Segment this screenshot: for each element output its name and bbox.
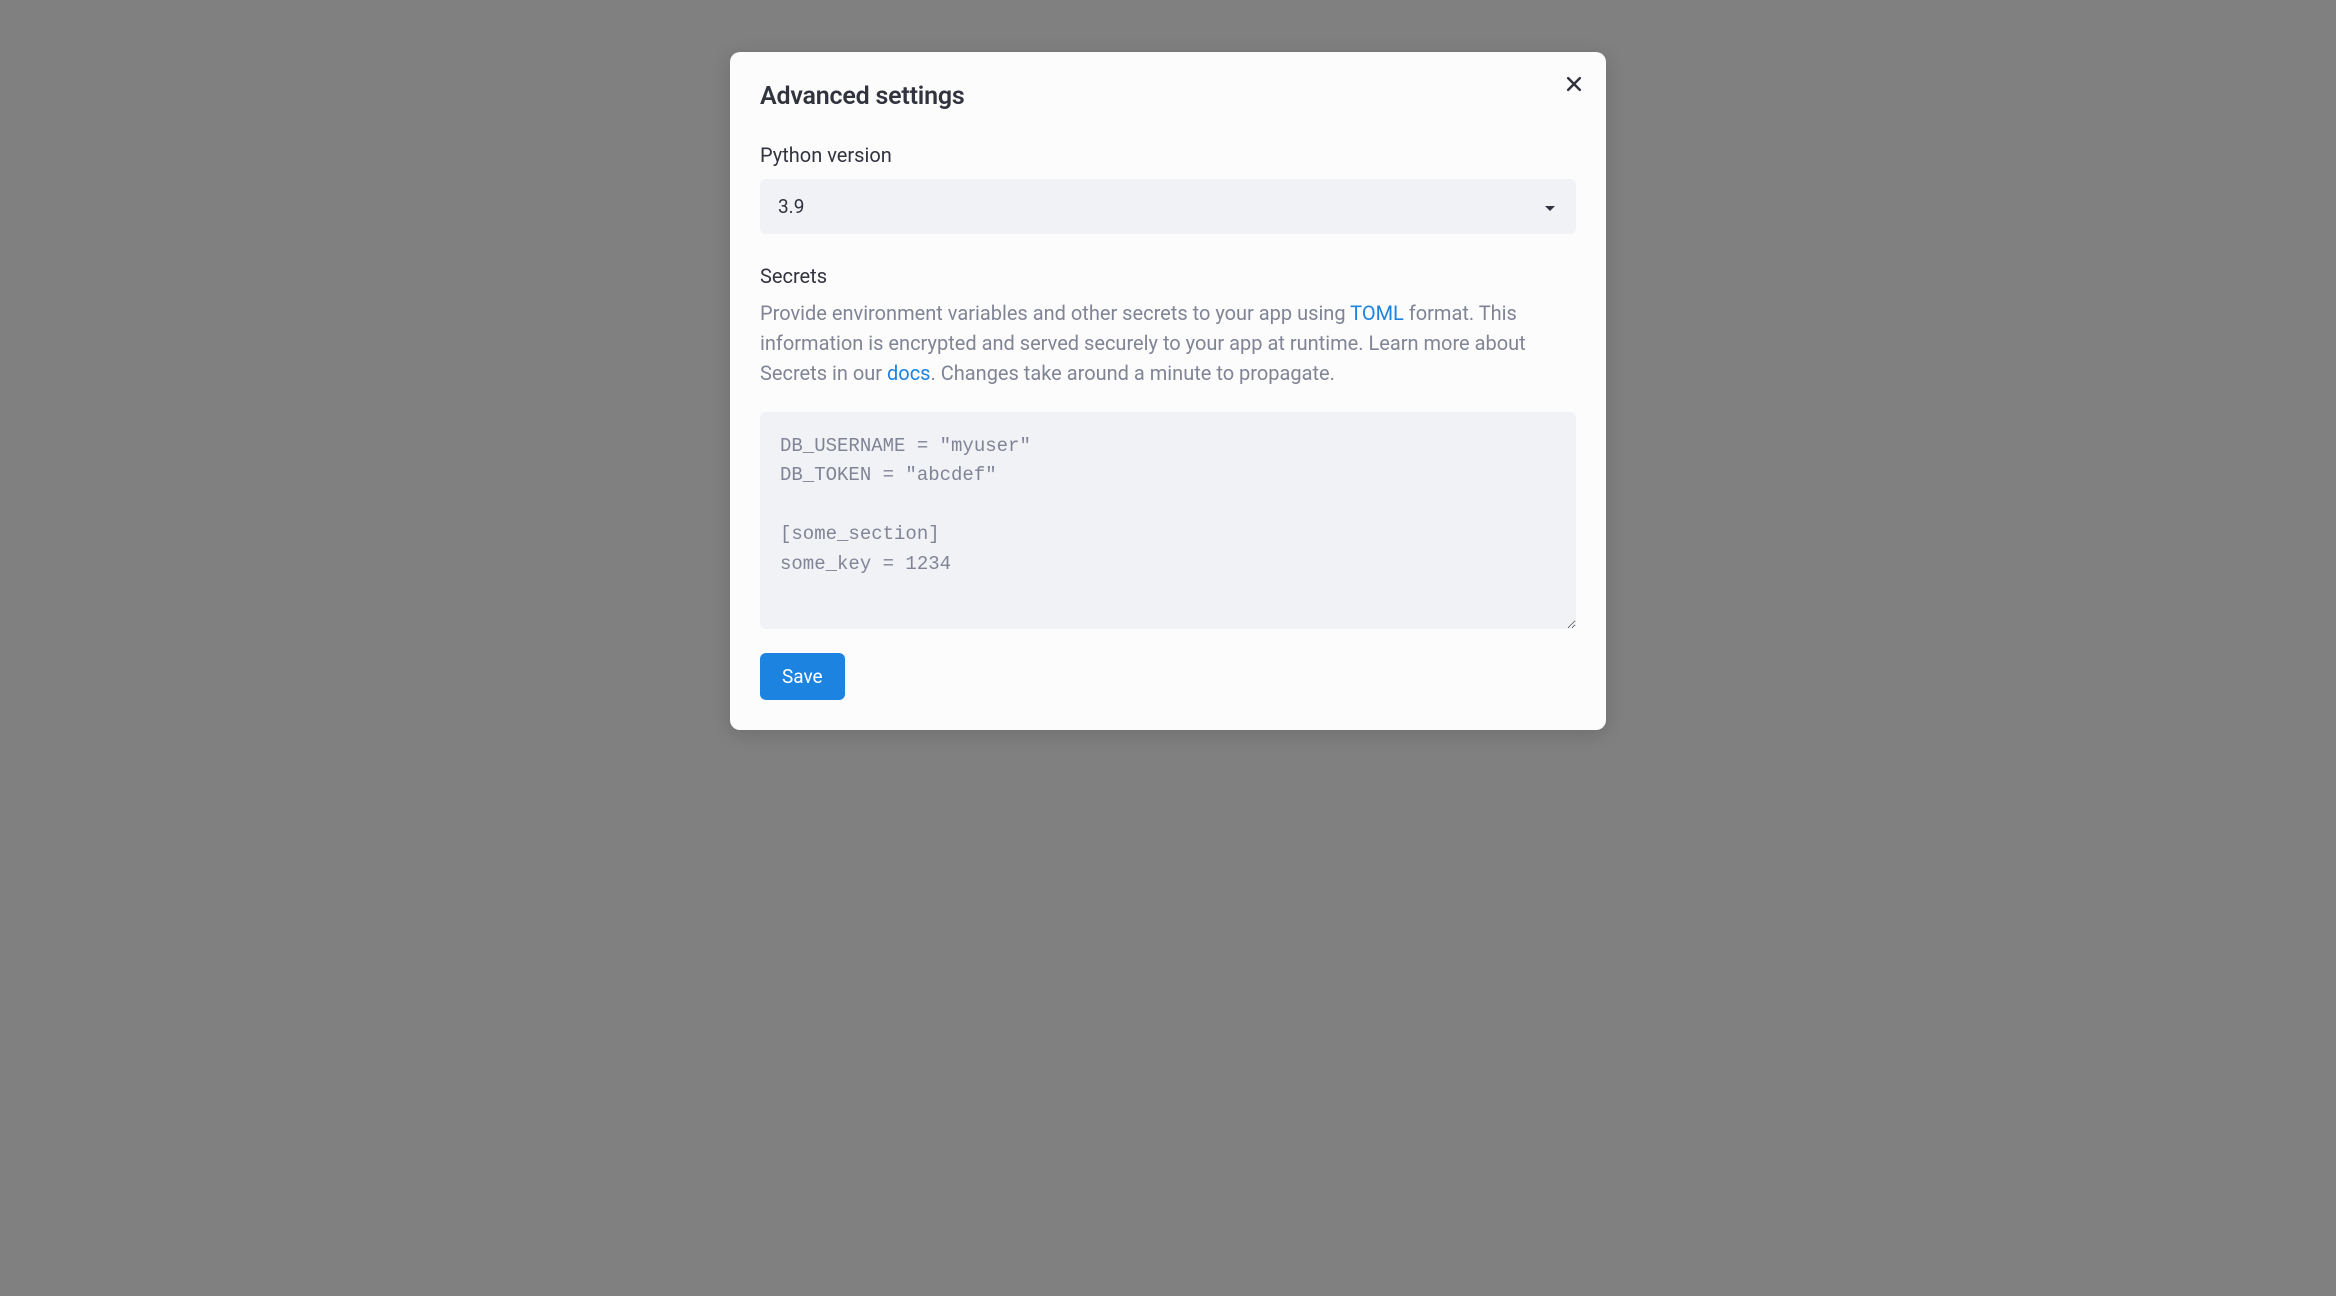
secrets-description: Provide environment variables and other … bbox=[760, 298, 1576, 388]
secrets-description-text-3: . Changes take around a minute to propag… bbox=[931, 361, 1335, 385]
docs-link[interactable]: docs bbox=[887, 361, 930, 385]
secrets-label: Secrets bbox=[760, 264, 1576, 288]
save-button[interactable]: Save bbox=[760, 653, 845, 700]
python-version-select-wrapper: 3.9 bbox=[760, 179, 1576, 234]
advanced-settings-modal: Advanced settings Python version 3.9 Sec… bbox=[730, 52, 1606, 730]
secrets-description-text-1: Provide environment variables and other … bbox=[760, 301, 1350, 325]
toml-link[interactable]: TOML bbox=[1350, 301, 1404, 325]
modal-title: Advanced settings bbox=[760, 82, 1576, 111]
close-icon bbox=[1564, 74, 1584, 97]
python-version-label: Python version bbox=[760, 143, 1576, 167]
secrets-textarea[interactable] bbox=[760, 412, 1576, 629]
close-button[interactable] bbox=[1560, 70, 1588, 101]
python-version-select[interactable]: 3.9 bbox=[760, 179, 1576, 234]
